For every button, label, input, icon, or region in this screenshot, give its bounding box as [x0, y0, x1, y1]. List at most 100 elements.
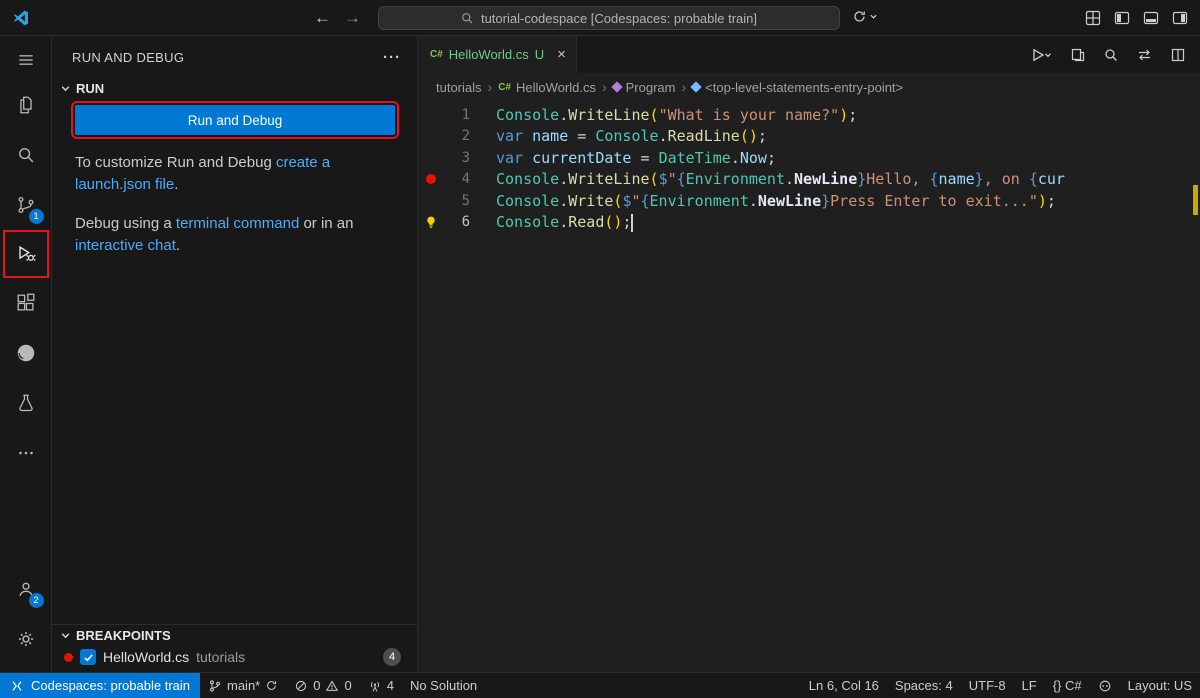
code-editor[interactable]: 1 Console.WriteLine("What is your name?")… — [418, 101, 1200, 672]
tab-bar: C# HelloWorld.cs U × — [418, 36, 1200, 73]
line-number: 1 — [444, 107, 470, 123]
code-line[interactable]: 2var name = Console.ReadLine(); — [418, 126, 1120, 148]
breakpoint-dot[interactable] — [426, 174, 436, 184]
code-line[interactable]: 6Console.Read(); — [418, 212, 1120, 234]
accounts-icon[interactable]: 2 — [3, 564, 49, 614]
line-number: 2 — [444, 128, 470, 144]
breakpoint-dot — [64, 653, 73, 662]
source-control-icon[interactable]: 1 — [3, 180, 49, 230]
run-and-debug-sidebar: RUN AND DEBUG ··· RUN Run and Debug To c… — [52, 36, 418, 672]
run-section-header[interactable]: RUN — [52, 78, 417, 99]
encoding-indicator[interactable]: UTF-8 — [961, 673, 1014, 698]
customize-hint-prefix: To customize Run and Debug — [75, 154, 276, 171]
remote-indicator[interactable]: Codespaces: probable train — [0, 673, 200, 698]
run-or-debug-button[interactable] — [1031, 47, 1053, 63]
breadcrumb-folder[interactable]: tutorials — [436, 80, 482, 95]
grid-layout-icon[interactable] — [1085, 10, 1101, 26]
editor-group: C# HelloWorld.cs U × — [418, 36, 1200, 672]
accounts-badge: 2 — [29, 593, 44, 608]
breakpoint-list-item[interactable]: HelloWorld.cs tutorials 4 — [52, 646, 417, 670]
run-and-debug-icon[interactable] — [3, 230, 49, 278]
debug-hint-suffix: . — [176, 237, 180, 254]
breadcrumb-label: HelloWorld.cs — [516, 80, 596, 95]
interactive-chat-link[interactable]: interactive chat — [75, 237, 176, 254]
search-editor-icon[interactable] — [1103, 47, 1119, 63]
breadcrumb-separator: › — [488, 79, 493, 95]
title-bar: ← → tutorial-codespace [Codespaces: prob… — [0, 0, 1200, 36]
chevron-down-icon — [60, 630, 71, 641]
more-actions-icon[interactable]: ··· — [383, 49, 401, 66]
ports-icon — [368, 679, 382, 693]
breadcrumb-separator: › — [602, 79, 607, 95]
branch-indicator[interactable]: main* — [200, 673, 286, 698]
solution-indicator[interactable]: No Solution — [402, 673, 485, 698]
overview-ruler-mark — [1193, 185, 1198, 215]
debug-hint-text: Debug using a terminal command or in an … — [75, 213, 397, 257]
command-center-search[interactable]: tutorial-codespace [Codespaces: probable… — [378, 6, 840, 30]
breadcrumb-label: <top-level-statements-entry-point> — [705, 80, 903, 95]
toggle-panel-button[interactable] — [1143, 10, 1159, 26]
lightbulb-gutter[interactable] — [418, 215, 444, 229]
cursor-position-indicator[interactable]: Ln 6, Col 16 — [801, 673, 887, 698]
command-center-label: tutorial-codespace [Codespaces: probable… — [481, 11, 757, 26]
run-section-label: RUN — [76, 81, 104, 96]
explorer-icon[interactable] — [3, 80, 49, 130]
code-line[interactable]: 1 Console.WriteLine("What is your name?")… — [418, 104, 1120, 126]
line-number: 5 — [444, 193, 470, 209]
search-view-icon[interactable] — [3, 130, 49, 180]
refresh-dropdown-button[interactable] — [852, 9, 878, 24]
breakpoint-checkbox[interactable] — [80, 649, 96, 665]
breadcrumb-symbol[interactable]: <top-level-statements-entry-point> — [692, 80, 903, 95]
code-line[interactable]: 4Console.WriteLine($"{Environment.NewLin… — [418, 169, 1120, 191]
breakpoint-gutter[interactable] — [418, 174, 444, 184]
branch-icon — [208, 679, 222, 693]
split-editor-button[interactable] — [1170, 47, 1186, 63]
code-line[interactable]: 5Console.Write($"{Environment.NewLine}Pr… — [418, 190, 1120, 212]
code-line[interactable]: 3var currentDate = DateTime.Now; — [418, 147, 1120, 169]
open-changes-icon[interactable] — [1070, 47, 1086, 63]
line-number: 4 — [444, 171, 470, 187]
sync-icon — [265, 679, 278, 692]
tab-helloworld[interactable]: C# HelloWorld.cs U × — [418, 36, 577, 73]
ports-indicator[interactable]: 4 — [360, 673, 402, 698]
eol-label: LF — [1022, 678, 1037, 693]
more-views-icon[interactable] — [3, 428, 49, 478]
indentation-label: Spaces: 4 — [895, 678, 953, 693]
breadcrumbs: tutorials › C#HelloWorld.cs › Program › … — [418, 73, 1200, 101]
extensions-icon[interactable] — [3, 278, 49, 328]
terminal-command-link[interactable]: terminal command — [176, 215, 299, 232]
run-and-debug-button[interactable]: Run and Debug — [75, 105, 395, 135]
toggle-primary-sidebar-button[interactable] — [1114, 10, 1130, 26]
lightbulb-icon[interactable] — [424, 215, 438, 229]
minimap[interactable] — [1124, 104, 1186, 140]
symbol-class-icon — [611, 81, 622, 92]
keyboard-layout-indicator[interactable]: Layout: US — [1120, 673, 1200, 698]
breadcrumb-label: tutorials — [436, 80, 482, 95]
line-number: 3 — [444, 150, 470, 166]
copilot-icon — [1098, 679, 1112, 693]
remote-label: Codespaces: probable train — [31, 678, 190, 693]
breakpoints-section-header[interactable]: BREAKPOINTS — [52, 625, 417, 646]
swap-header-source-icon[interactable] — [1136, 47, 1153, 63]
keyboard-layout-label: Layout: US — [1128, 678, 1192, 693]
forward-button[interactable]: → — [344, 8, 361, 28]
settings-gear-icon[interactable] — [3, 614, 49, 664]
indentation-indicator[interactable]: Spaces: 4 — [887, 673, 961, 698]
test-beaker-icon[interactable] — [3, 378, 49, 428]
breadcrumb-file[interactable]: C#HelloWorld.cs — [498, 80, 596, 95]
eol-indicator[interactable]: LF — [1014, 673, 1045, 698]
close-tab-icon[interactable]: × — [557, 46, 566, 63]
code-text: Console.WriteLine("What is your name?"); — [496, 106, 857, 124]
copilot-indicator[interactable] — [1090, 673, 1120, 698]
menu-button[interactable] — [3, 40, 49, 80]
back-button[interactable]: ← — [314, 8, 331, 28]
toggle-secondary-sidebar-button[interactable] — [1172, 10, 1188, 26]
github-icon[interactable] — [3, 328, 49, 378]
problems-indicator[interactable]: 0 0 — [286, 673, 359, 698]
chevron-down-icon — [60, 83, 71, 94]
activity-bar: 1 2 — [0, 36, 52, 672]
breadcrumb-class[interactable]: Program — [613, 80, 676, 95]
language-mode-indicator[interactable]: {} C# — [1045, 673, 1090, 698]
text-cursor — [631, 214, 633, 232]
breakpoint-file: HelloWorld.cs — [103, 649, 189, 665]
